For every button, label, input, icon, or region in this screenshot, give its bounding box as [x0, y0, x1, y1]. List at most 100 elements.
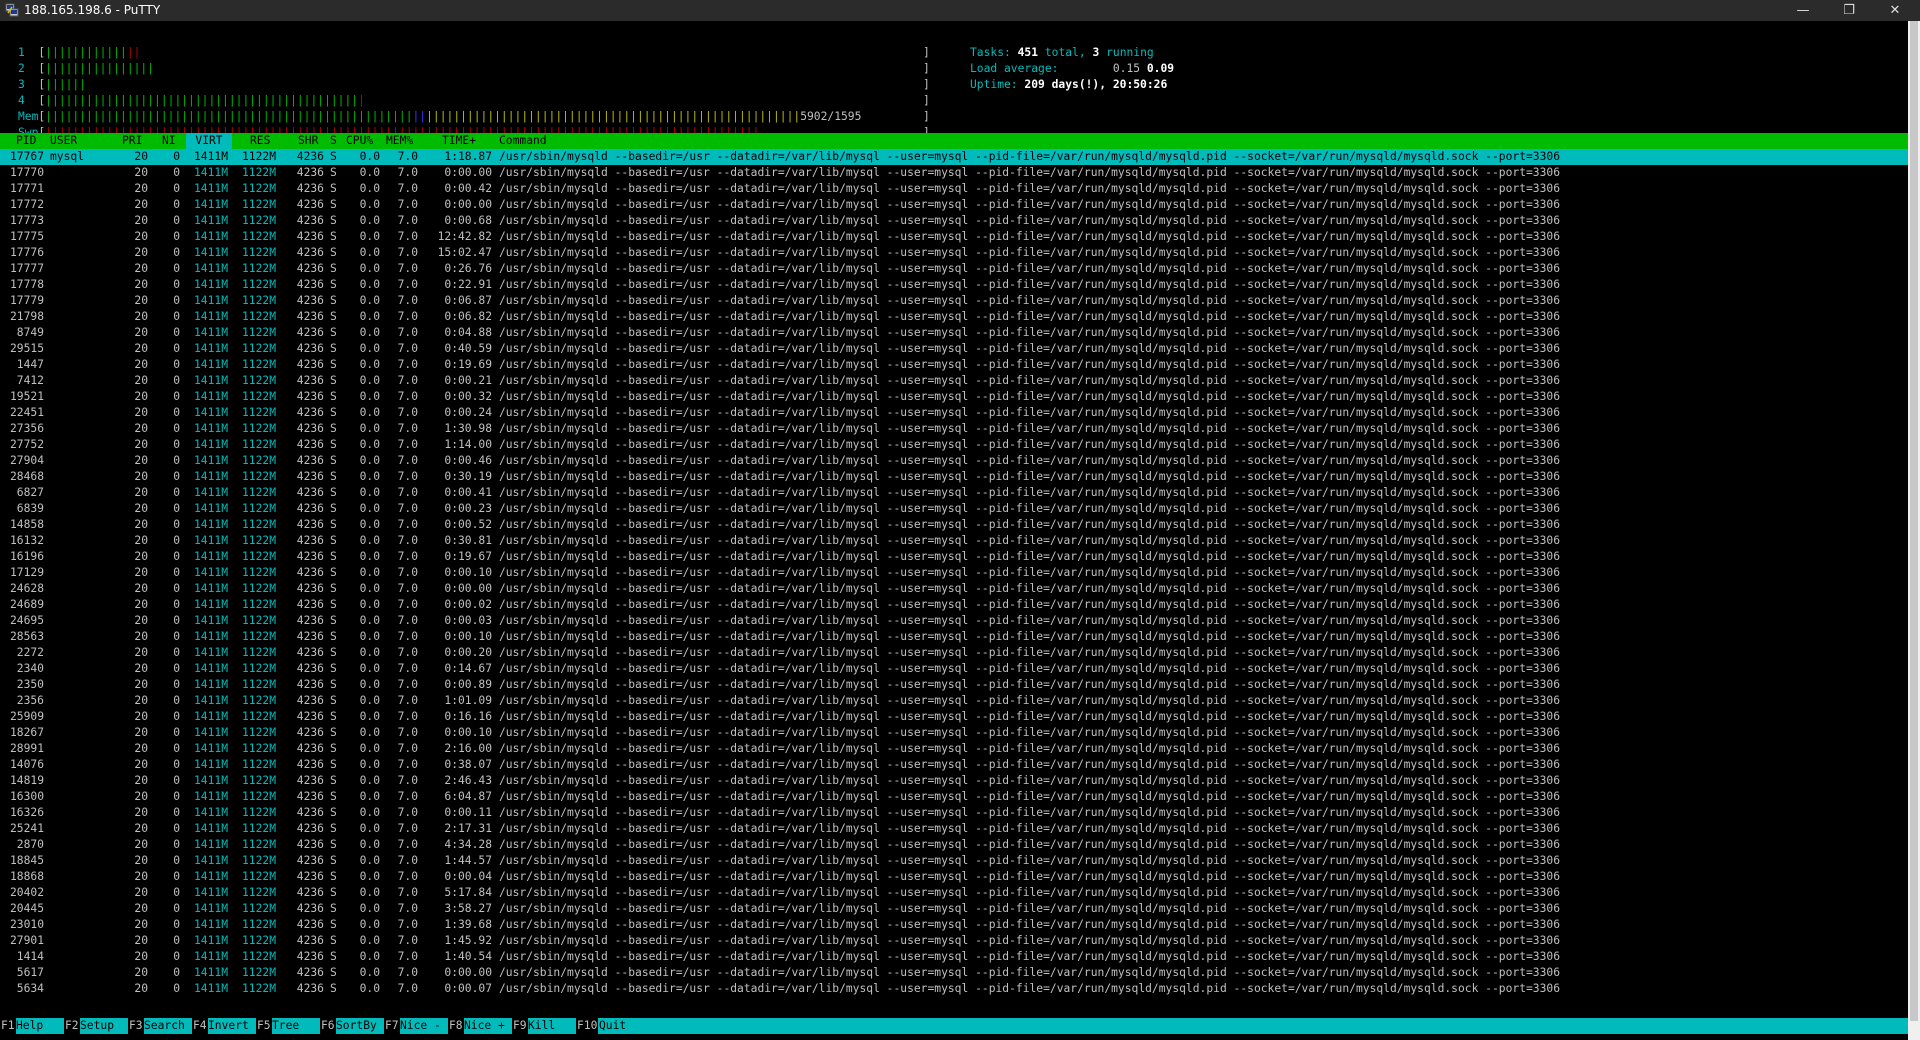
process-row[interactable]: 25241 20 0 1411M 1122M 4236 S 0.0 7.0 2:17.31/usr…: [0, 821, 1908, 837]
process-row[interactable]: 2870 20 0 1411M 1122M 4236 S 0.0 7.0 4:34.28/usr/…: [0, 837, 1908, 853]
minimize-button[interactable]: —: [1780, 0, 1826, 21]
close-button[interactable]: ✕: [1872, 0, 1918, 21]
process-row[interactable]: 28468 20 0 1411M 1122M 4236 S 0.0 7.0 0:30.19/usr…: [0, 469, 1908, 485]
process-row[interactable]: 24689 20 0 1411M 1122M 4236 S 0.0 7.0 0:00.02/usr…: [0, 597, 1908, 613]
process-row[interactable]: 2272 20 0 1411M 1122M 4236 S 0.0 7.0 0:00.20/usr/…: [0, 645, 1908, 661]
process-row[interactable]: 14819 20 0 1411M 1122M 4236 S 0.0 7.0 2:46.43/usr…: [0, 773, 1908, 789]
scrollbar-thumb[interactable]: [1910, 21, 1918, 1021]
process-row[interactable]: 17770 20 0 1411M 1122M 4236 S 0.0 7.0 0:00.00/usr…: [0, 165, 1908, 181]
process-row[interactable]: 18845 20 0 1411M 1122M 4236 S 0.0 7.0 1:44.57/usr…: [0, 853, 1908, 869]
process-row[interactable]: 27904 20 0 1411M 1122M 4236 S 0.0 7.0 0:00.46/usr…: [0, 453, 1908, 469]
process-row[interactable]: 1414 20 0 1411M 1122M 4236 S 0.0 7.0 1:40.54/usr/…: [0, 949, 1908, 965]
process-row[interactable]: 17777 20 0 1411M 1122M 4236 S 0.0 7.0 0:26.76/usr…: [0, 261, 1908, 277]
process-row[interactable]: 17772 20 0 1411M 1122M 4236 S 0.0 7.0 0:00.00/usr…: [0, 197, 1908, 213]
process-row[interactable]: 22451 20 0 1411M 1122M 4236 S 0.0 7.0 0:00.24/usr…: [0, 405, 1908, 421]
col-virt[interactable]: VIRT: [186, 133, 232, 149]
process-row[interactable]: 17775 20 0 1411M 1122M 4236 S 0.0 7.0 12:42.82/us…: [0, 229, 1908, 245]
process-row[interactable]: 28563 20 0 1411M 1122M 4236 S 0.0 7.0 0:00.10/usr…: [0, 629, 1908, 645]
process-row[interactable]: 2350 20 0 1411M 1122M 4236 S 0.0 7.0 0:00.89/usr/…: [0, 677, 1908, 693]
process-table-header[interactable]: PID USER PRI NI VIRT RES SHR S CPU% MEM%…: [0, 133, 1908, 149]
cell-res: 1122M: [241, 374, 276, 387]
fkey-f5[interactable]: F5: [256, 1018, 272, 1034]
process-row[interactable]: 27752 20 0 1411M 1122M 4236 S 0.0 7.0 1:14.00/usr…: [0, 437, 1908, 453]
col-state[interactable]: S: [330, 133, 337, 149]
col-cpu[interactable]: CPU%: [346, 133, 373, 149]
col-time[interactable]: TIME+: [442, 133, 476, 149]
fkey-f2[interactable]: F2: [64, 1018, 80, 1034]
restore-button[interactable]: ❐: [1826, 0, 1872, 21]
process-row[interactable]: 18267 20 0 1411M 1122M 4236 S 0.0 7.0 0:00.10/usr…: [0, 725, 1908, 741]
process-row[interactable]: 16300 20 0 1411M 1122M 4236 S 0.0 7.0 6:04.87/usr…: [0, 789, 1908, 805]
col-command[interactable]: Command: [499, 133, 547, 149]
process-row[interactable]: 24695 20 0 1411M 1122M 4236 S 0.0 7.0 0:00.03/usr…: [0, 613, 1908, 629]
fkey-f4[interactable]: F4: [192, 1018, 208, 1034]
process-row[interactable]: 6839 20 0 1411M 1122M 4236 S 0.0 7.0 0:00.23/usr/…: [0, 501, 1908, 517]
col-shr[interactable]: SHR: [298, 133, 318, 149]
process-row[interactable]: 5617 20 0 1411M 1122M 4236 S 0.0 7.0 0:00.00/usr/…: [0, 965, 1908, 981]
fkey-f3[interactable]: F3: [128, 1018, 144, 1034]
process-row[interactable]: 23010 20 0 1411M 1122M 4236 S 0.0 7.0 1:39.68/usr…: [0, 917, 1908, 933]
process-row[interactable]: 25909 20 0 1411M 1122M 4236 S 0.0 7.0 0:16.16/usr…: [0, 709, 1908, 725]
process-row[interactable]: 16326 20 0 1411M 1122M 4236 S 0.0 7.0 0:00.11/usr…: [0, 805, 1908, 821]
process-row[interactable]: 29515 20 0 1411M 1122M 4236 S 0.0 7.0 0:40.59/usr…: [0, 341, 1908, 357]
process-row[interactable]: 27356 20 0 1411M 1122M 4236 S 0.0 7.0 1:30.98/usr…: [0, 421, 1908, 437]
fkey-label[interactable]: Quit: [599, 1018, 640, 1034]
process-row[interactable]: 17779 20 0 1411M 1122M 4236 S 0.0 7.0 0:06.87/usr…: [0, 293, 1908, 309]
process-row[interactable]: 27901 20 0 1411M 1122M 4236 S 0.0 7.0 1:45.92/usr…: [0, 933, 1908, 949]
fkey-f10[interactable]: F10: [576, 1018, 599, 1034]
process-row[interactable]: 17767 mysql 20 0 1411M 1122M 4236 S 0.0 7.0 1:18.8…: [0, 149, 1908, 165]
fkey-label[interactable]: Search: [144, 1018, 185, 1034]
col-mem[interactable]: MEM%: [386, 133, 413, 149]
process-row[interactable]: 17778 20 0 1411M 1122M 4236 S 0.0 7.0 0:22.91/usr…: [0, 277, 1908, 293]
fkey-label[interactable]: Invert: [208, 1018, 249, 1034]
process-row[interactable]: 8749 20 0 1411M 1122M 4236 S 0.0 7.0 0:04.88/usr/…: [0, 325, 1908, 341]
process-row[interactable]: 16132 20 0 1411M 1122M 4236 S 0.0 7.0 0:30.81/usr…: [0, 533, 1908, 549]
process-row[interactable]: 20445 20 0 1411M 1122M 4236 S 0.0 7.0 3:58.27/usr…: [0, 901, 1908, 917]
process-row[interactable]: 7412 20 0 1411M 1122M 4236 S 0.0 7.0 0:00.21/usr/…: [0, 373, 1908, 389]
scrollbar[interactable]: [1908, 21, 1920, 1040]
process-row[interactable]: 17773 20 0 1411M 1122M 4236 S 0.0 7.0 0:00.68/usr…: [0, 213, 1908, 229]
uptime-label: Uptime:: [970, 78, 1018, 91]
process-row[interactable]: 28991 20 0 1411M 1122M 4236 S 0.0 7.0 2:16.00/usr…: [0, 741, 1908, 757]
process-row[interactable]: 1447 20 0 1411M 1122M 4236 S 0.0 7.0 0:19.69/usr/…: [0, 357, 1908, 373]
process-row[interactable]: 6827 20 0 1411M 1122M 4236 S 0.0 7.0 0:00.41/usr/…: [0, 485, 1908, 501]
process-row[interactable]: 5634 20 0 1411M 1122M 4236 S 0.0 7.0 0:00.07/usr/…: [0, 981, 1908, 997]
fkey-label[interactable]: Nice -: [400, 1018, 441, 1034]
cell-command: /usr/sbin/mysqld --basedir=/usr --datadi…: [499, 982, 1561, 995]
process-row[interactable]: 17776 20 0 1411M 1122M 4236 S 0.0 7.0 15:02.47/us…: [0, 245, 1908, 261]
process-row[interactable]: 21798 20 0 1411M 1122M 4236 S 0.0 7.0 0:06.82/usr…: [0, 309, 1908, 325]
col-ni[interactable]: NI: [162, 133, 176, 149]
fkey-f9[interactable]: F9: [512, 1018, 528, 1034]
col-res[interactable]: RES: [250, 133, 270, 149]
process-row[interactable]: 24628 20 0 1411M 1122M 4236 S 0.0 7.0 0:00.00/usr…: [0, 581, 1908, 597]
process-row[interactable]: 16196 20 0 1411M 1122M 4236 S 0.0 7.0 0:19.67/usr…: [0, 549, 1908, 565]
fkey-f7[interactable]: F7: [384, 1018, 400, 1034]
fkey-label[interactable]: Setup: [80, 1018, 121, 1034]
cell-ni: 0: [173, 966, 180, 979]
fkey-f6[interactable]: F6: [320, 1018, 336, 1034]
cell-res: 1122M: [241, 886, 276, 899]
fkey-label[interactable]: Tree: [272, 1018, 313, 1034]
fkey-label[interactable]: Help: [16, 1018, 57, 1034]
fkey-label[interactable]: Nice +: [464, 1018, 505, 1034]
process-row[interactable]: 18868 20 0 1411M 1122M 4236 S 0.0 7.0 0:00.04/usr…: [0, 869, 1908, 885]
window-titlebar[interactable]: 188.165.198.6 - PuTTY — ❐ ✕: [0, 0, 1920, 21]
fkey-f8[interactable]: F8: [448, 1018, 464, 1034]
cell-cpu: 0.0: [359, 534, 380, 547]
process-row[interactable]: 17129 20 0 1411M 1122M 4236 S 0.0 7.0 0:00.10/usr…: [0, 565, 1908, 581]
fkey-label[interactable]: Kill: [528, 1018, 569, 1034]
process-row[interactable]: 2340 20 0 1411M 1122M 4236 S 0.0 7.0 0:14.67/usr/…: [0, 661, 1908, 677]
process-row[interactable]: 14076 20 0 1411M 1122M 4236 S 0.0 7.0 0:38.07/usr…: [0, 757, 1908, 773]
process-row[interactable]: 19521 20 0 1411M 1122M 4236 S 0.0 7.0 0:00.32/usr…: [0, 389, 1908, 405]
process-row[interactable]: 14858 20 0 1411M 1122M 4236 S 0.0 7.0 0:00.52/usr…: [0, 517, 1908, 533]
fkey-label[interactable]: SortBy: [336, 1018, 377, 1034]
process-row[interactable]: 20402 20 0 1411M 1122M 4236 S 0.0 7.0 5:17.84/usr…: [0, 885, 1908, 901]
col-pid[interactable]: PID: [16, 133, 36, 149]
process-row[interactable]: 2356 20 0 1411M 1122M 4236 S 0.0 7.0 1:01.09/usr/…: [0, 693, 1908, 709]
cell-virt: 1411M: [193, 614, 228, 627]
fkey-f1[interactable]: F1: [0, 1018, 16, 1034]
col-user[interactable]: USER: [50, 133, 77, 149]
process-row[interactable]: 17771 20 0 1411M 1122M 4236 S 0.0 7.0 0:00.42/usr…: [0, 181, 1908, 197]
cell-pri: 20: [134, 230, 148, 243]
col-pri[interactable]: PRI: [122, 133, 142, 149]
